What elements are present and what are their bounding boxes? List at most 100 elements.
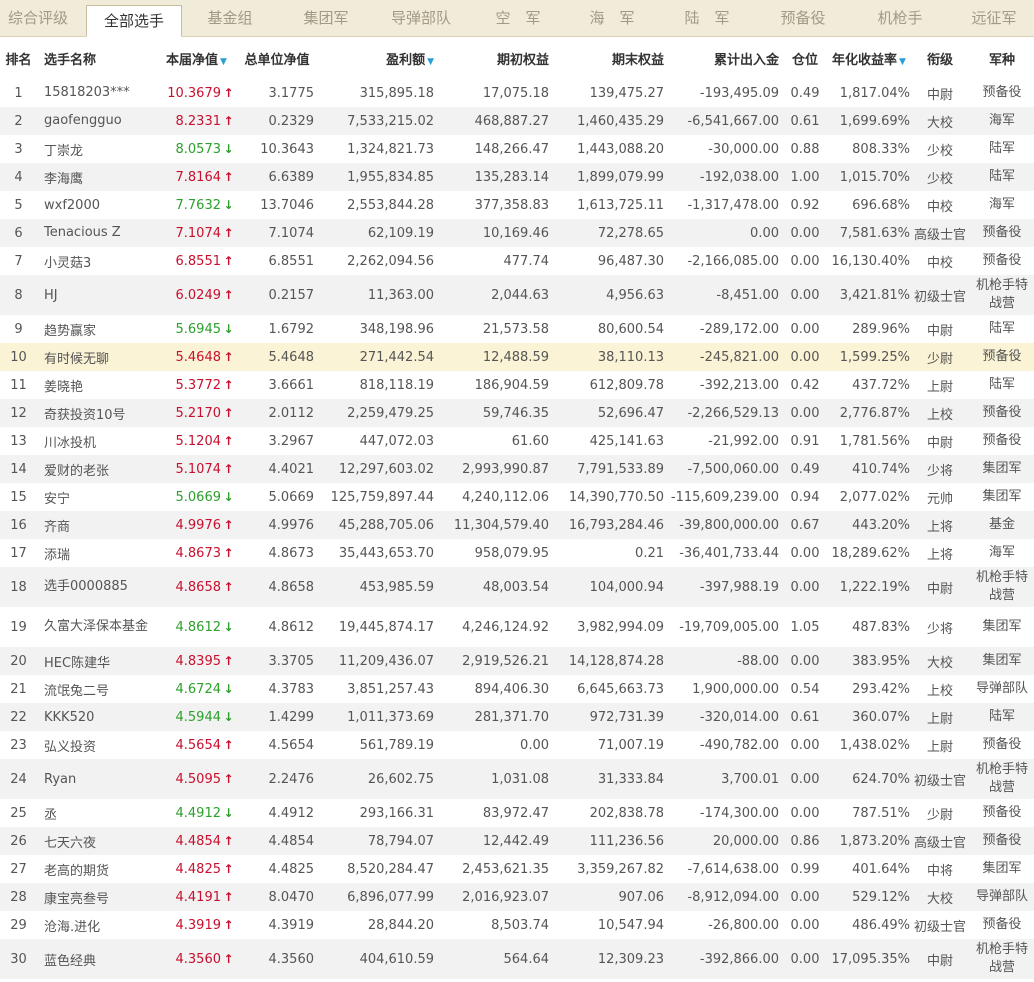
pos-cell: 0.00 xyxy=(782,939,828,979)
name-cell[interactable]: gaofengguo xyxy=(37,107,156,135)
sort-desc-icon[interactable]: ▼ xyxy=(427,57,434,67)
arrow-up-icon: ↑ xyxy=(223,169,234,184)
start-cell: 148,266.47 xyxy=(474,141,549,157)
nav-cell: 8.2331 ↑ xyxy=(156,107,237,135)
table-row[interactable]: 8 HJ 6.0249 ↑ 0.2157 11,363.00 2,044.63 4,956.6… xyxy=(0,275,1034,315)
tab-0[interactable]: 综合评级 xyxy=(0,0,76,36)
tab-6[interactable]: 海 军 xyxy=(571,0,653,36)
name-cell[interactable]: 爱财的老张 xyxy=(37,455,156,483)
nav-value: 5.6945 xyxy=(175,321,222,337)
column-header-6: 期末权益 xyxy=(552,37,667,79)
army-cell: 基金 xyxy=(970,511,1034,539)
name-cell[interactable]: 选手0000885 xyxy=(37,567,156,607)
table-row[interactable]: 15 安宁 5.0669 ↓ 5.0669 125,759,897.44 4,240,112… xyxy=(0,483,1034,511)
table-row[interactable]: 22 KKK520 4.5944 ↓ 1.4299 1,011,373.69 281,371… xyxy=(0,703,1034,731)
tab-7[interactable]: 陆 军 xyxy=(661,0,753,36)
annual-cell: 410.74% xyxy=(828,455,910,483)
annual-cell: 289.96% xyxy=(852,321,910,337)
name-cell[interactable]: 川冰投机 xyxy=(37,427,156,455)
name-cell[interactable]: 流氓兔二号 xyxy=(37,675,156,703)
name-cell[interactable]: 丞 xyxy=(37,799,156,827)
name-cell[interactable]: KKK520 xyxy=(37,703,156,731)
arrow-down-icon: ↓ xyxy=(223,141,234,156)
arrow-down-icon: ↓ xyxy=(223,489,234,504)
table-row[interactable]: 25 丞 4.4912 ↓ 4.4912 293,166.31 83,972.47 202,8… xyxy=(0,799,1034,827)
sort-desc-icon[interactable]: ▼ xyxy=(899,57,906,67)
table-row[interactable]: 29 沧海.进化 4.3919 ↑ 4.3919 28,844.20 8,503.74 10,… xyxy=(0,911,1034,939)
end-cell: 1,460,435.29 xyxy=(552,107,667,135)
table-row[interactable]: 5 wxf2000 7.7632 ↓ 13.7046 2,553,844.28 377,35… xyxy=(0,191,1034,219)
table-row[interactable]: 12 奇获投资10号 5.2170 ↑ 2.0112 2,259,479.25 59,746… xyxy=(0,399,1034,427)
name-cell[interactable]: 齐商 xyxy=(37,511,156,539)
name-cell[interactable]: 安宁 xyxy=(37,483,156,511)
column-header-2[interactable]: 本届净值 ▼ xyxy=(156,37,237,79)
profit-cell: 11,363.00 xyxy=(317,275,437,315)
table-row[interactable]: 26 七天六夜 4.4854 ↑ 4.4854 78,794.07 12,442.49 111… xyxy=(0,827,1034,855)
name-cell[interactable]: 李海鹰 xyxy=(37,163,156,191)
name-cell[interactable]: HJ xyxy=(37,275,156,315)
name-cell[interactable]: 15818203*** xyxy=(37,79,156,107)
tab-10[interactable]: 远征军 xyxy=(954,0,1034,36)
table-row[interactable]: 23 弘义投资 4.5654 ↑ 4.5654 561,789.19 0.00 71,007.… xyxy=(0,731,1034,759)
table-row[interactable]: 11 姜晓艳 5.3772 ↑ 3.6661 818,118.19 186,904.59 61… xyxy=(0,371,1034,399)
unit-nav-cell: 7.1074 xyxy=(237,219,317,247)
sort-desc-icon[interactable]: ▼ xyxy=(220,57,227,67)
table-row[interactable]: 21 流氓兔二号 4.6724 ↓ 4.3783 3,851,257.43 894,406.… xyxy=(0,675,1034,703)
table-row[interactable]: 10 有时候无聊 5.4648 ↑ 5.4648 271,442.54 12,488.59 3… xyxy=(0,343,1034,371)
name-cell[interactable]: 弘义投资 xyxy=(37,731,156,759)
end-cell: 16,793,284.46 xyxy=(552,511,667,539)
table-row[interactable]: 4 李海鹰 7.8164 ↑ 6.6389 1,955,834.85 135,283.14 1… xyxy=(0,163,1034,191)
name-cell[interactable]: 姜晓艳 xyxy=(37,371,156,399)
tab-1[interactable]: 全部选手 xyxy=(86,5,182,37)
table-row[interactable]: 6 Tenacious Z 7.1074 ↑ 7.1074 62,109.19 10,169… xyxy=(0,219,1034,247)
name-cell[interactable]: 丁崇龙 xyxy=(37,135,156,163)
table-row[interactable]: 13 川冰投机 5.1204 ↑ 3.2967 447,072.03 61.60 425,14… xyxy=(0,427,1034,455)
name-cell[interactable]: HEC陈建华 xyxy=(37,647,156,675)
table-row[interactable]: 7 小灵菇3 6.8551 ↑ 6.8551 2,262,094.56 477.74 96,4… xyxy=(0,247,1034,275)
tab-3[interactable]: 集团军 xyxy=(285,0,367,36)
name-cell[interactable]: 有时候无聊 xyxy=(37,343,156,371)
nav-cell: 4.4191 ↑ xyxy=(156,883,237,911)
table-row[interactable]: 3 丁崇龙 8.0573 ↓ 10.3643 1,324,821.73 148,266.47… xyxy=(0,135,1034,163)
table-row[interactable]: 16 齐商 4.9976 ↑ 4.9976 45,288,705.06 11,304,579… xyxy=(0,511,1034,539)
table-row[interactable]: 20 HEC陈建华 4.8395 ↑ 3.3705 11,209,436.07 2,919,… xyxy=(0,647,1034,675)
pos-cell: 0.54 xyxy=(790,681,820,697)
tab-9[interactable]: 机枪手 xyxy=(854,0,946,36)
start-cell: 2,919,526.21 xyxy=(437,647,552,675)
name-cell[interactable]: 小灵菇3 xyxy=(37,247,156,275)
tab-5[interactable]: 空 军 xyxy=(478,0,558,36)
tab-8[interactable]: 预备役 xyxy=(757,0,849,36)
table-row[interactable]: 27 老高的期货 4.4825 ↑ 4.4825 8,520,284.47 2,453,62… xyxy=(0,855,1034,883)
column-header-4[interactable]: 盈利额 ▼ xyxy=(317,37,437,79)
name-cell[interactable]: 奇获投资10号 xyxy=(37,399,156,427)
tab-2[interactable]: 基金组 xyxy=(190,0,270,36)
name-cell[interactable]: 康宝亮叁号 xyxy=(37,883,156,911)
tab-4[interactable]: 导弹部队 xyxy=(377,0,465,36)
name-cell[interactable]: 老高的期货 xyxy=(37,855,156,883)
name-cell[interactable]: 七天六夜 xyxy=(37,827,156,855)
name-cell[interactable]: 沧海.进化 xyxy=(37,911,156,939)
table-row[interactable]: 14 爱财的老张 5.1074 ↑ 4.4021 12,297,603.02 2,993,9… xyxy=(0,455,1034,483)
name-cell[interactable]: Tenacious Z xyxy=(37,219,156,247)
army-cell: 机枪手特战营 xyxy=(970,759,1034,799)
table-row[interactable]: 17 添瑞 4.8673 ↑ 4.8673 35,443,653.70 958,079.95… xyxy=(0,539,1034,567)
name-cell[interactable]: 添瑞 xyxy=(37,539,156,567)
table-row[interactable]: 2 gaofengguo 8.2331 ↑ 0.2329 7,533,215.02 468,… xyxy=(0,107,1034,135)
name-cell[interactable]: 趋势赢家 xyxy=(37,315,156,343)
table-row[interactable]: 24 Ryan 4.5095 ↑ 2.2476 26,602.75 1,031.08 31,3… xyxy=(0,759,1034,799)
name-cell[interactable]: Ryan xyxy=(37,759,156,799)
start-cell: 10,169.46 xyxy=(437,219,552,247)
name-cell[interactable]: 蓝色经典 xyxy=(37,939,156,979)
nav-value: 4.4854 xyxy=(175,833,222,849)
name-cell[interactable]: wxf2000 xyxy=(37,191,156,219)
table-row[interactable]: 28 康宝亮叁号 4.4191 ↑ 8.0470 6,896,077.99 2,016,92… xyxy=(0,883,1034,911)
annual-cell: 7,581.63% xyxy=(828,219,910,247)
name-cell[interactable]: 久富大泽保本基金 xyxy=(37,607,156,647)
table-row[interactable]: 19 久富大泽保本基金 4.8612 ↓ 4.8612 19,445,874.17 4,24… xyxy=(0,607,1034,647)
table-row[interactable]: 30 蓝色经典 4.3560 ↑ 4.3560 404,610.59 564.64 12,30… xyxy=(0,939,1034,979)
nav-value: 4.8658 xyxy=(175,579,222,595)
column-header-9[interactable]: 年化收益率 ▼ xyxy=(828,37,910,79)
table-row[interactable]: 18 选手0000885 4.8658 ↑ 4.8658 453,985.59 48,003… xyxy=(0,567,1034,607)
table-row[interactable]: 1 15818203*** 10.3679 ↑ 3.1775 315,895.18 17,0… xyxy=(0,79,1034,107)
table-row[interactable]: 9 趋势赢家 5.6945 ↓ 1.6792 348,198.96 21,573.58 80,… xyxy=(0,315,1034,343)
